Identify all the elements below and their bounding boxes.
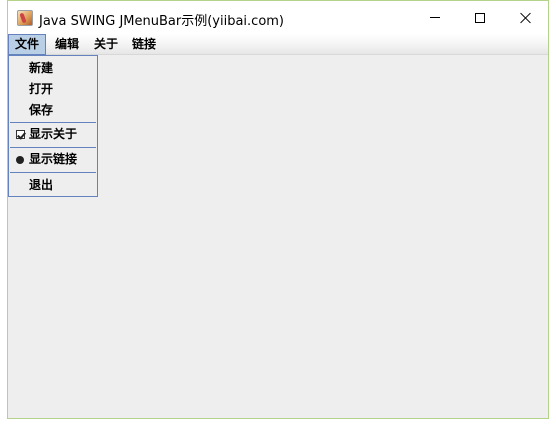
menu-item-open[interactable]: 打开	[9, 79, 97, 100]
title-bar[interactable]: Java SWING JMenuBar示例(yiibai.com)	[8, 1, 548, 34]
menu-bar: 文件 编辑 关于 链接	[8, 34, 548, 55]
maximize-icon	[475, 12, 485, 23]
radio-selected-icon	[16, 156, 24, 164]
app-window: Java SWING JMenuBar示例(yiibai.com) 文件 编辑 …	[7, 0, 549, 419]
maximize-button[interactable]	[457, 1, 503, 34]
menu-separator	[10, 122, 96, 123]
menu-item-exit[interactable]: 退出	[9, 175, 97, 196]
menu-item-save[interactable]: 保存	[9, 100, 97, 121]
menu-separator	[10, 147, 96, 148]
menu-item-show-about-label: 显示关于	[29, 127, 78, 141]
menu-item-show-link-label: 显示链接	[29, 152, 78, 166]
menu-file[interactable]: 文件	[8, 34, 46, 55]
close-button[interactable]	[503, 1, 548, 34]
menu-item-new[interactable]: 新建	[9, 58, 97, 79]
menu-item-show-link[interactable]: 显示链接	[9, 149, 97, 170]
file-menu-popup: 新建 打开 保存 显示关于 显示链接 退出	[8, 55, 98, 197]
menu-separator	[10, 172, 96, 173]
checkbox-checked-icon	[16, 130, 25, 139]
menu-edit[interactable]: 编辑	[49, 34, 85, 55]
window-title: Java SWING JMenuBar示例(yiibai.com)	[39, 14, 285, 29]
menu-item-show-about[interactable]: 显示关于	[9, 124, 97, 145]
menu-link[interactable]: 链接	[126, 34, 162, 55]
minimize-button[interactable]	[412, 1, 458, 34]
minimize-icon	[430, 17, 440, 18]
java-cup-icon[interactable]	[17, 10, 33, 26]
close-icon	[520, 12, 532, 24]
menu-about[interactable]: 关于	[88, 34, 124, 55]
